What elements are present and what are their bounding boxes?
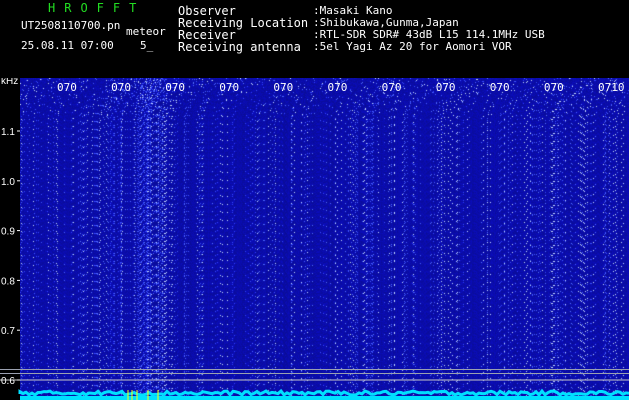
spectrogram-svg: 070 070 070 070 070 070 070 070 070 070 0710 1.1 1.… (0, 78, 629, 400)
x-tick-label: 070 (165, 81, 185, 94)
spectrogram-plot: 070 070 070 070 070 070 070 070 070 070 0710 1.1 1.… (0, 78, 629, 400)
antenna-key: Receiving antenna (178, 40, 301, 54)
y-tick-label: 1.1 (1, 127, 15, 138)
x-tick-label: 0710 (598, 81, 625, 94)
count-label: 5_ (140, 39, 154, 52)
x-tick-label: 070 (382, 81, 402, 94)
x-tick-label: 070 (111, 81, 131, 94)
y-tick-label: 0.6 (1, 376, 15, 387)
x-tick-label: 070 (490, 81, 510, 94)
app-title: HROFFT (48, 1, 146, 15)
x-tick-label: 070 (436, 81, 456, 94)
timestamp: 25.08.11 07:00 (21, 39, 114, 52)
y-tick-label: 1.0 (1, 177, 15, 188)
meteor-label: meteor (126, 25, 166, 38)
x-tick-label: 070 (57, 81, 77, 94)
x-tick-label: 070 (544, 81, 564, 94)
x-tick-label: 070 (273, 81, 293, 94)
x-tick-label: 070 (328, 81, 348, 94)
spectrogram-noise (20, 78, 629, 400)
file-name: UT2508110700.pn (21, 19, 121, 32)
y-tick-label: 0.7 (1, 326, 15, 337)
y-tick-label: 0.8 (1, 276, 15, 287)
antenna-value: :5el Yagi Az 20 for Aomori VOR (313, 40, 512, 53)
y-axis-label: kHz (1, 78, 18, 87)
x-tick-label: 070 (219, 81, 239, 94)
header-panel: HROFFT UT2508110700.pn meteor 25.08.11 0… (0, 0, 629, 78)
y-tick-label: 0.9 (1, 227, 15, 238)
signal-baseline-fill (20, 396, 629, 400)
